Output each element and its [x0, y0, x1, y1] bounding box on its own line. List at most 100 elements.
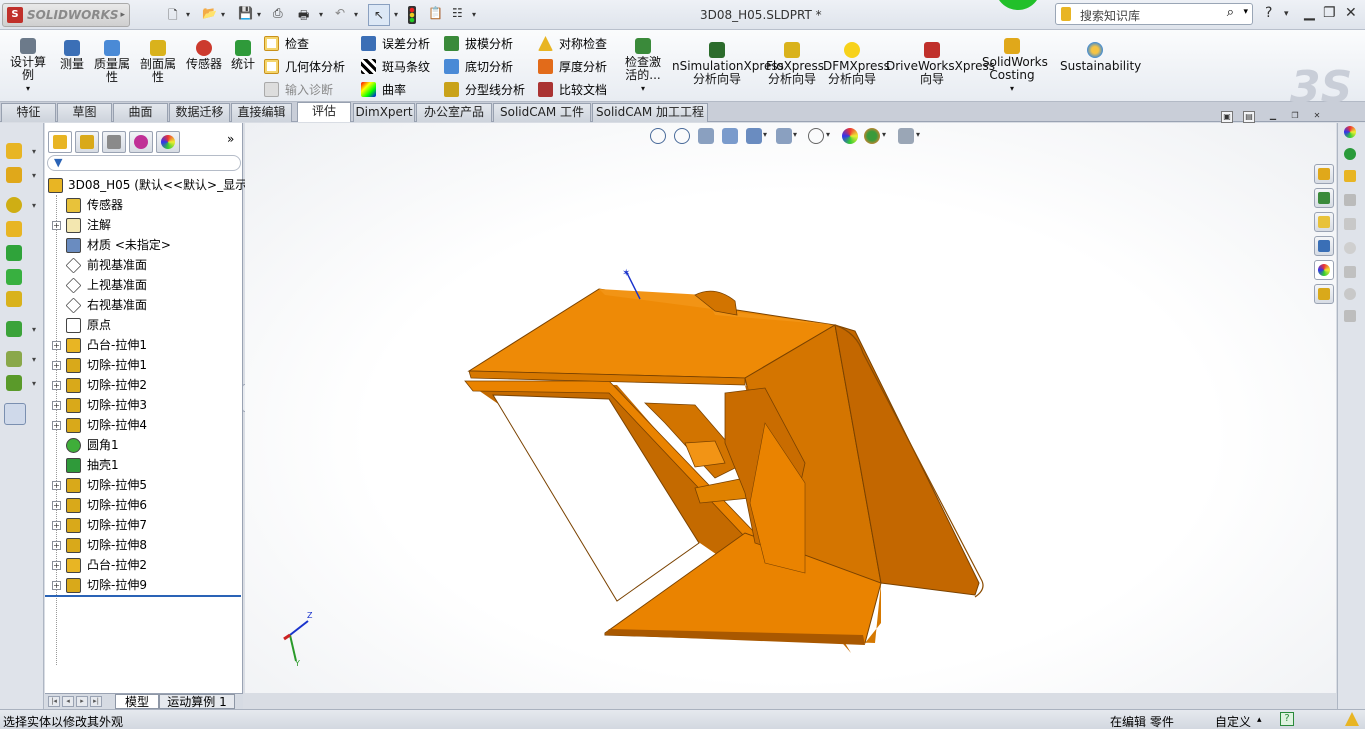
floxpress-button[interactable]: FloXpress 分析向导	[766, 42, 824, 86]
check-active-document-button[interactable]: 检查激活的... ▾	[621, 38, 665, 95]
section-properties-button[interactable]: 剖面属性	[138, 40, 178, 84]
sketch-icon[interactable]	[6, 351, 22, 367]
solidworks-logo-menu[interactable]: S SOLIDWORKS ▸	[2, 3, 130, 27]
expand-icon[interactable]: +	[52, 381, 61, 390]
rollback-bar[interactable]	[45, 595, 241, 597]
tab-display-manager[interactable]	[156, 131, 180, 153]
driveworksxpress-button[interactable]: DriveWorksXpress 向导	[886, 42, 995, 86]
tree-filter-input[interactable]: ▼	[47, 155, 241, 171]
expand-icon[interactable]: +	[52, 401, 61, 410]
cameras-icon[interactable]	[1341, 215, 1361, 235]
check-button[interactable]: 检查	[264, 35, 309, 52]
expand-icon[interactable]: +	[52, 421, 61, 430]
tree-item[interactable]: + 切除-拉伸2	[45, 375, 243, 395]
tree-root-part[interactable]: 3D08_H05 (默认<<默认>_显示	[45, 175, 247, 195]
tree-item[interactable]: + 切除-拉伸3	[45, 395, 243, 415]
tab-evaluate[interactable]: 评估	[297, 102, 351, 122]
expand-icon[interactable]: +	[52, 521, 61, 530]
cut-extrude-icon[interactable]	[6, 167, 22, 183]
symmetry-check-button[interactable]: 对称检查	[538, 35, 607, 52]
scenes-icon[interactable]	[1341, 145, 1361, 165]
tree-item[interactable]: 抽壳1	[45, 455, 243, 475]
geometry-analysis-button[interactable]: 几何体分析	[264, 58, 345, 75]
chevron-down-icon[interactable]: ▾	[186, 10, 190, 28]
rebuild-warning-icon[interactable]	[1345, 712, 1359, 726]
viewport-split-icon[interactable]: ▣	[1221, 111, 1233, 123]
deviation-analysis-button[interactable]: 误差分析	[361, 35, 430, 52]
chevron-down-icon[interactable]: ▾	[793, 130, 797, 139]
tab-dimxpert[interactable]: DimXpert	[353, 103, 415, 122]
zebra-stripes-button[interactable]: 斑马条纹	[361, 58, 430, 75]
chevron-down-icon[interactable]: ▾	[1243, 7, 1248, 17]
tree-item[interactable]: + 凸台-拉伸2	[45, 555, 243, 575]
zoom-to-area-icon[interactable]	[674, 128, 690, 144]
chevron-down-icon[interactable]: ▾	[221, 10, 225, 28]
appearance-icon[interactable]	[1341, 123, 1361, 143]
tab-dimxpert-manager[interactable]	[129, 131, 153, 153]
graphics-area[interactable]: ✶ Z Y ▣ ▤ ▁ ❐ ✕	[245, 111, 1336, 693]
sustainability-button[interactable]: Sustainability	[1060, 42, 1141, 73]
section-view-icon[interactable]	[722, 128, 738, 144]
chevron-down-icon[interactable]: ▾	[32, 325, 36, 334]
draft-analysis-button[interactable]: 拔模分析	[444, 35, 513, 52]
file-explorer-tab[interactable]	[1314, 212, 1334, 232]
tab-features[interactable]: 特征	[1, 103, 56, 122]
chevron-down-icon[interactable]: ▾	[1284, 9, 1289, 19]
file-properties-icon[interactable]: 📋	[428, 6, 443, 24]
tree-item[interactable]: + 切除-拉伸7	[45, 515, 243, 535]
save-icon[interactable]: 💾	[238, 6, 253, 24]
tree-item[interactable]: 传感器	[45, 195, 243, 215]
hide-show-items-icon[interactable]	[808, 128, 824, 144]
fillet-icon[interactable]	[6, 197, 22, 213]
viewport-tile-icon[interactable]: ▤	[1243, 111, 1255, 123]
linear-pattern-icon[interactable]	[6, 321, 22, 337]
restore-icon[interactable]: ❐	[1323, 5, 1336, 21]
tab-sketch[interactable]: 草图	[57, 103, 112, 122]
boss-extrude-icon[interactable]	[6, 143, 22, 159]
import-diagnostics-button[interactable]: 输入诊断	[264, 81, 333, 98]
design-study-button[interactable]: 设计算例 ▾	[8, 38, 48, 95]
chevron-down-icon[interactable]: ▾	[32, 355, 36, 364]
view-orientation-icon[interactable]	[746, 128, 762, 144]
shell-icon[interactable]	[6, 245, 22, 261]
display-style-icon[interactable]	[776, 128, 792, 144]
print-setup-icon[interactable]: ⎙	[273, 6, 283, 24]
help-button[interactable]: ?	[1265, 5, 1272, 21]
resources-tab[interactable]	[1314, 164, 1334, 184]
undo-icon[interactable]: ↶	[335, 6, 345, 24]
decals-icon[interactable]	[1341, 167, 1361, 187]
chevron-down-icon[interactable]: ▾	[394, 10, 398, 28]
open-folder-icon[interactable]: 📂	[202, 6, 217, 24]
chevron-down-icon[interactable]: ▾	[32, 201, 36, 210]
tab-office-products[interactable]: 办公室产品	[416, 103, 492, 122]
edit-appearance-icon[interactable]	[842, 128, 858, 144]
last-tab-icon[interactable]: ▸|	[90, 696, 102, 707]
mass-properties-button[interactable]: 质量属性	[92, 40, 132, 84]
tree-item[interactable]: 原点	[45, 315, 243, 335]
viewport-close-icon[interactable]: ✕	[1311, 111, 1323, 123]
tree-item[interactable]: + 切除-拉伸8	[45, 535, 243, 555]
print-icon[interactable]: 🖶	[298, 6, 309, 24]
curves-icon[interactable]	[6, 375, 22, 391]
tab-surfaces[interactable]: 曲面	[113, 103, 168, 122]
tree-item[interactable]: + 注解	[45, 215, 243, 235]
dfmxpress-button[interactable]: DFMXpress 分析向导	[823, 42, 890, 86]
custom-properties-tab[interactable]	[1314, 284, 1334, 304]
expand-icon[interactable]: +	[52, 541, 61, 550]
tab-model[interactable]: 模型	[115, 694, 159, 709]
chevron-down-icon[interactable]: ▾	[826, 130, 830, 139]
statistics-button[interactable]: 统计	[229, 40, 257, 71]
chevron-down-icon[interactable]: ▾	[882, 130, 886, 139]
close-icon[interactable]: ✕	[1345, 5, 1357, 21]
expand-icon[interactable]: +	[52, 501, 61, 510]
tree-item[interactable]: + 切除-拉伸1	[45, 355, 243, 375]
search-icon[interactable]: ⌕	[1227, 5, 1234, 20]
appearances-tab[interactable]	[1314, 260, 1334, 280]
curvature-button[interactable]: 曲率	[361, 81, 406, 98]
part-3d-model[interactable]: ✶	[245, 123, 1336, 693]
first-tab-icon[interactable]: |◂	[48, 696, 60, 707]
tab-data-migration[interactable]: 数据迁移	[169, 103, 230, 122]
new-document-icon[interactable]: 🗋	[168, 6, 178, 24]
reference-geometry-icon[interactable]	[6, 291, 22, 307]
chevron-up-icon[interactable]: ▴	[1257, 715, 1262, 725]
